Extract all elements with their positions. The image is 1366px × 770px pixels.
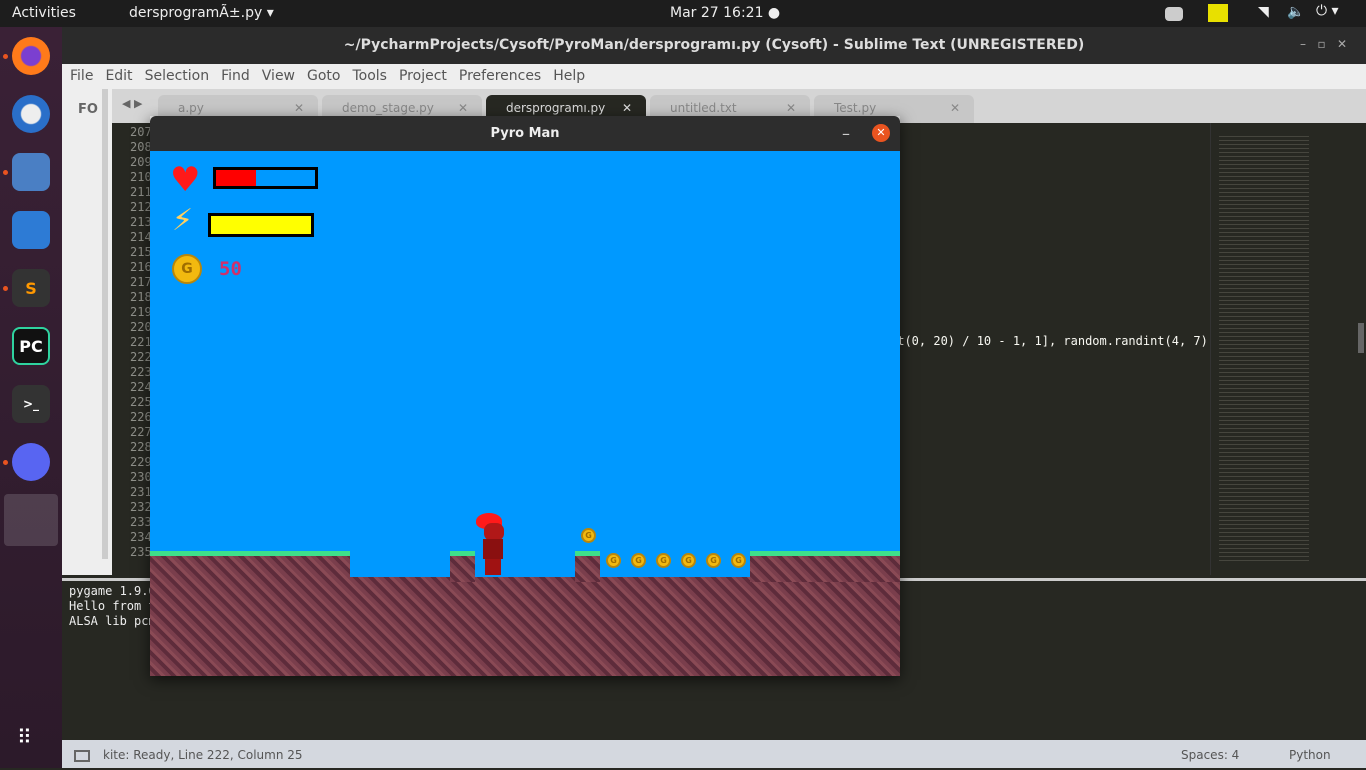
app-menu[interactable]: dersprogramÃ±.py ▾ [129,5,274,21]
wifi-icon[interactable]: ◥ [1258,4,1269,20]
player-character [476,513,506,575]
menu-project[interactable]: Project [399,68,447,84]
lightning-icon: ⚡ [172,203,194,238]
ground-block [575,552,600,582]
panel-toggle-icon[interactable] [74,750,90,762]
grass [150,551,350,556]
ground-block [750,552,900,582]
power-icon[interactable]: ⏻ ▾ [1316,3,1339,19]
close-icon: ✕ [785,101,796,115]
menu-help[interactable]: Help [553,68,585,84]
editor-scrollbar[interactable] [1358,323,1364,353]
clock[interactable]: Mar 27 16:21 ● [670,5,780,21]
game-title: Pyro Man [150,116,900,151]
code-line[interactable]: nt(0, 20) / 10 - 1, 1], random.randint(4… [890,334,1215,348]
firefox-icon[interactable] [12,37,50,75]
menu-find[interactable]: Find [221,68,250,84]
syntax[interactable]: Python [1289,740,1331,770]
grass [750,551,900,556]
game-canvas[interactable]: ♥ ⚡ G 50 G G G G G G G [150,151,900,676]
close-button[interactable]: ✕ [872,124,890,142]
status-bar: kite: Ready, Line 222, Column 25 Spaces:… [62,740,1366,768]
tab-nav-arrows[interactable]: ◀ ▶ [122,97,142,110]
menu-preferences[interactable]: Preferences [459,68,541,84]
coin: G [706,553,721,568]
coin: G [656,553,671,568]
menu-selection[interactable]: Selection [145,68,210,84]
energy-bar [208,213,314,237]
files-icon[interactable] [12,153,50,191]
terminal-icon[interactable]: >_ [12,385,50,423]
close-icon: ✕ [457,101,468,115]
discord-icon[interactable] [12,443,50,481]
indentation[interactable]: Spaces: 4 [1181,740,1239,770]
grass [450,551,475,556]
minimap[interactable] [1210,123,1366,575]
close-icon: ✕ [621,101,632,115]
sidebar-scrollbar[interactable] [102,89,108,559]
top-bar: Activities dersprogramÃ±.py ▾ Mar 27 16:… [0,0,1366,27]
activities-button[interactable]: Activities [12,5,76,21]
coin: G [606,553,621,568]
coin: G [731,553,746,568]
dock: S PC >_ ⠿ [0,27,62,768]
pycharm-icon[interactable]: PC [12,327,50,365]
menu-edit[interactable]: Edit [105,68,132,84]
coin-count: 50 [219,258,242,280]
thunderbird-icon[interactable] [12,95,50,133]
game-window: Pyro Man – ✕ ♥ ⚡ G 50 G G G G G G G [150,116,900,676]
coin: G [581,528,596,543]
coin-icon: G [172,254,202,284]
health-bar [213,167,318,189]
status-text: kite: Ready, Line 222, Column 25 [103,748,303,762]
minimize-button[interactable]: – [842,124,850,143]
grass [575,551,600,556]
volume-icon[interactable]: 🔈 [1287,4,1304,20]
ground-floor [150,577,900,676]
close-icon: ✕ [949,101,960,115]
window-title: ~/PycharmProjects/Cysoft/PyroMan/derspro… [62,27,1366,64]
discord-tray-icon[interactable] [1165,7,1183,21]
folders-label: FO [78,102,98,117]
running-app-slot[interactable] [4,494,58,546]
window-controls[interactable]: – ▫ ✕ [1300,37,1347,51]
menu-file[interactable]: File [70,68,93,84]
menu-tools[interactable]: Tools [352,68,387,84]
coin: G [681,553,696,568]
notes-tray-icon[interactable] [1208,4,1228,22]
heart-icon: ♥ [170,160,201,200]
line-numbers: 207 208 209 210 211 212 213 214 215 216 … [130,125,152,559]
sidebar: FO [62,89,112,575]
close-icon: ✕ [293,101,304,115]
menu-view[interactable]: View [262,68,295,84]
sublime-icon[interactable]: S [12,269,50,307]
ground-block [450,552,475,582]
menu-goto[interactable]: Goto [307,68,340,84]
menu-bar: File Edit Selection Find View Goto Tools Projec… [62,64,1366,89]
show-apps-icon[interactable]: ⠿ [17,725,32,749]
writer-icon[interactable] [12,211,50,249]
coin: G [631,553,646,568]
